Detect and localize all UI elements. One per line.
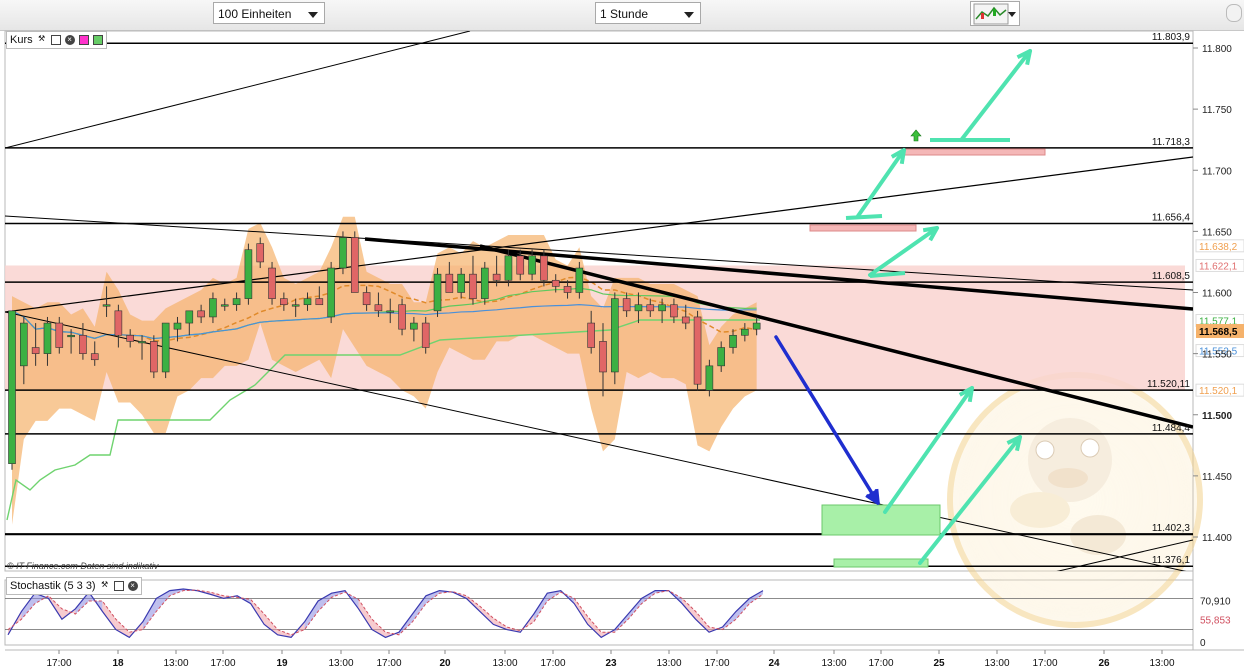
x-tick-label: 17:00: [540, 658, 565, 669]
y-tick-label: 11.400: [1202, 533, 1232, 544]
close-icon[interactable]: ×: [64, 35, 75, 45]
x-tick-label: 17:00: [210, 658, 235, 669]
x-tick-label: 13:00: [328, 658, 353, 669]
x-tick-label: 23: [605, 658, 617, 669]
current-price-label: 11.568,5: [1199, 327, 1238, 338]
x-tick-label: 13:00: [492, 658, 517, 669]
move-down-icon[interactable]: [78, 35, 89, 45]
candle[interactable]: [327, 261, 335, 324]
candle[interactable]: [350, 231, 359, 293]
x-tick-label: 13:00: [656, 658, 681, 669]
window-icon[interactable]: [50, 35, 61, 45]
x-tick-label: 25: [933, 658, 945, 669]
candle[interactable]: [339, 231, 347, 275]
x-tick-label: 13:00: [1149, 658, 1174, 669]
stoch-panel-title: Stochastik (5 3 3): [10, 580, 96, 592]
price-marker-label: 11.638,2: [1199, 242, 1238, 253]
price-marker-label: 11.520,1: [1199, 386, 1238, 397]
x-tick-label: 19: [276, 658, 288, 669]
stoch-y-label: 55,853: [1200, 616, 1231, 627]
x-tick-label: 20: [439, 658, 451, 669]
level-label: 11.656,4: [1152, 213, 1191, 224]
price-marker-label: 11.622,1: [1199, 261, 1238, 272]
level-label: 11.402,3: [1152, 523, 1191, 534]
stoch-panel-label: Stochastik (5 3 3) ⚒ ×: [6, 577, 142, 595]
green-stop-bar: [845, 214, 883, 220]
wrench-icon[interactable]: ⚒: [37, 35, 47, 45]
level-label: 11.718,3: [1152, 137, 1191, 148]
x-tick-label: 17:00: [704, 658, 729, 669]
candle[interactable]: [8, 310, 16, 470]
y-tick-label: 11.600: [1202, 289, 1232, 300]
x-tick-label: 13:00: [163, 658, 188, 669]
stop-box[interactable]: [903, 148, 1046, 156]
y-tick-label: 11.750: [1202, 105, 1232, 116]
y-tick-label: 11.450: [1202, 472, 1232, 483]
window-icon[interactable]: [113, 581, 124, 591]
copyright-note: © IT-Finance.com Daten sind indikativ: [7, 561, 159, 571]
level-label: 11.376,1: [1152, 555, 1191, 566]
mascot-watermark: [947, 372, 1203, 628]
main-panel-label: Kurs ⚒ ×: [6, 31, 107, 49]
level-label: 11.484,4: [1152, 423, 1191, 434]
candle[interactable]: [161, 322, 170, 379]
x-tick-label: 13:00: [984, 658, 1009, 669]
stoch-y-label: 70,910: [1200, 596, 1231, 607]
level-label: 11.608,5: [1152, 271, 1191, 282]
x-tick-label: 17:00: [1032, 658, 1057, 669]
candle[interactable]: [693, 310, 702, 391]
move-up-icon[interactable]: [92, 35, 103, 45]
x-tick-label: 17:00: [376, 658, 401, 669]
candle[interactable]: [433, 268, 442, 317]
y-tick-label: 11.550: [1202, 350, 1232, 361]
x-tick-label: 18: [112, 658, 124, 669]
candle[interactable]: [611, 292, 619, 385]
stoch-y-label: 0: [1200, 638, 1206, 649]
candle[interactable]: [150, 335, 158, 379]
candle[interactable]: [244, 243, 253, 305]
wrench-icon[interactable]: ⚒: [100, 581, 110, 591]
y-tick-label: 11.700: [1202, 166, 1232, 177]
candle[interactable]: [268, 261, 276, 305]
candle[interactable]: [480, 261, 489, 305]
x-tick-label: 17:00: [46, 658, 71, 669]
target-box[interactable]: [833, 558, 929, 568]
close-icon[interactable]: ×: [127, 581, 138, 591]
level-label: 11.803,9: [1152, 32, 1191, 43]
y-tick-label: 11.650: [1202, 227, 1232, 238]
x-tick-label: 13:00: [821, 658, 846, 669]
main-panel-title: Kurs: [10, 34, 33, 46]
y-tick-label: 11.500: [1202, 411, 1232, 422]
y-tick-label: 11.800: [1202, 44, 1232, 55]
stop-box[interactable]: [809, 224, 917, 232]
target-box[interactable]: [821, 504, 941, 536]
level-label: 11.520,11: [1147, 379, 1190, 390]
x-tick-label: 26: [1098, 658, 1110, 669]
x-tick-label: 17:00: [868, 658, 893, 669]
x-tick-label: 24: [768, 658, 780, 669]
chart-canvas: 11.638,211.622,111.577,111.568,511.552,5…: [4, 30, 1244, 669]
